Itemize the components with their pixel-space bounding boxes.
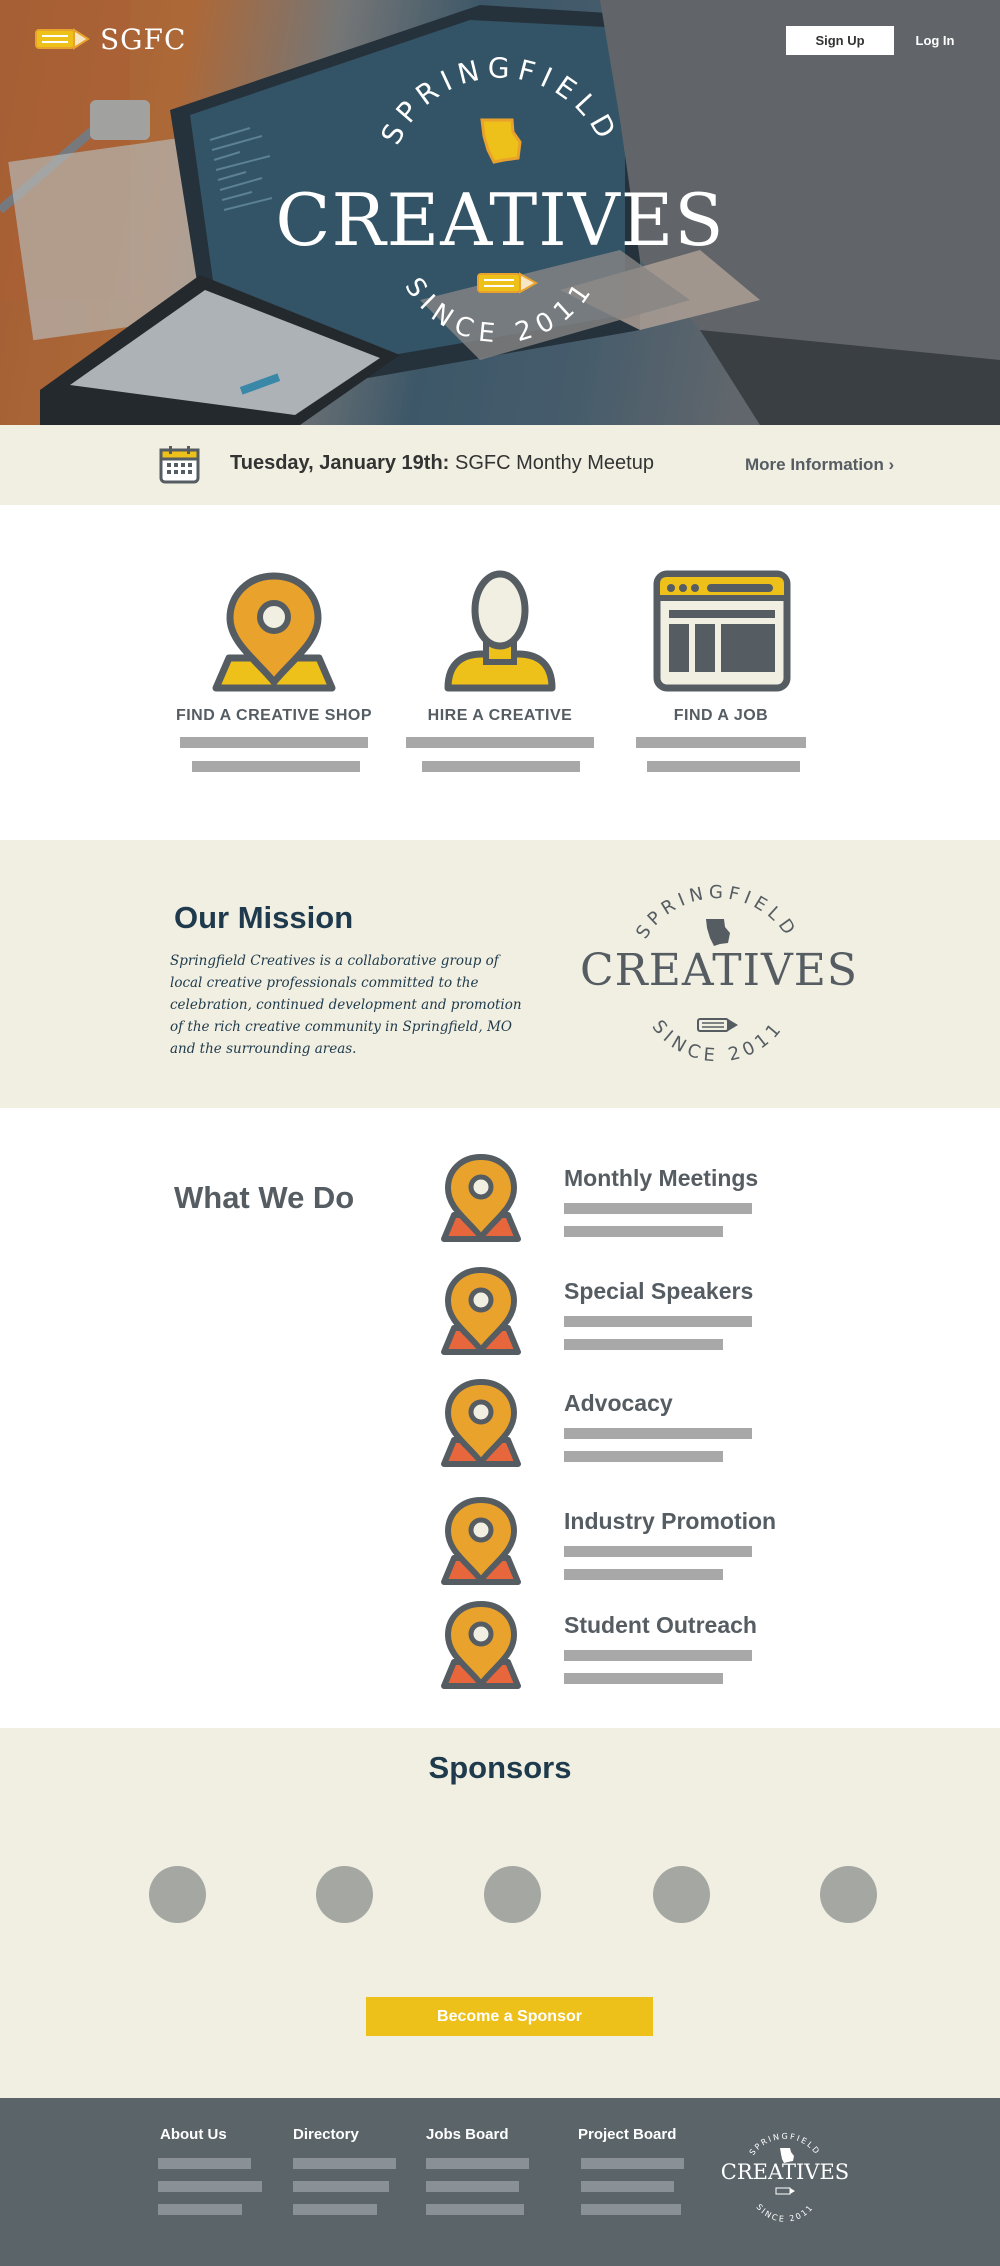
log-in-link[interactable]: Log In <box>905 26 965 55</box>
sponsor-logo[interactable] <box>149 1866 206 1923</box>
feature-label: FIND A CREATIVE SHOP <box>175 707 373 724</box>
more-information-link[interactable]: More Information › <box>745 455 894 475</box>
what-we-do-item-name: Monthly Meetings <box>564 1165 759 1191</box>
become-sponsor-button[interactable]: Become a Sponsor <box>366 1997 653 2036</box>
placeholder-line <box>564 1650 752 1661</box>
placeholder-line <box>564 1203 752 1214</box>
mission-section: Our Mission Springfield Creatives is a c… <box>0 840 1000 1108</box>
pencil-icon <box>775 2187 795 2195</box>
placeholder-line <box>581 2181 674 2192</box>
sponsor-logo[interactable] <box>653 1866 710 1923</box>
what-we-do-item: Special Speakers <box>440 1266 860 1366</box>
footer-column-about: About Us <box>160 2126 227 2143</box>
map-pin-icon <box>441 1600 521 1689</box>
what-we-do-item-name: Industry Promotion <box>564 1508 777 1534</box>
placeholder-line <box>180 737 368 748</box>
map-pin-icon <box>441 1496 521 1585</box>
placeholder-line <box>647 761 800 772</box>
placeholder-line <box>406 737 594 748</box>
placeholder-line <box>192 761 360 772</box>
what-we-do-item-name: Advocacy <box>564 1390 673 1416</box>
placeholder-line <box>564 1226 723 1237</box>
placeholder-line <box>158 2158 251 2169</box>
sponsor-logo[interactable] <box>484 1866 541 1923</box>
sponsor-logo[interactable] <box>316 1866 373 1923</box>
mission-title: Our Mission <box>174 900 354 935</box>
sponsors-title: Sponsors <box>428 1750 572 1785</box>
placeholder-line <box>564 1673 723 1684</box>
pencil-icon <box>477 272 539 294</box>
logo-text: SGFC <box>100 22 187 56</box>
calendar-icon <box>159 446 200 484</box>
placeholder-line <box>564 1451 723 1462</box>
mission-emblem-title: CREATIVES <box>580 945 859 996</box>
placeholder-line <box>581 2204 681 2215</box>
placeholder-line <box>426 2204 524 2215</box>
pencil-icon <box>697 1018 738 1032</box>
map-pin-icon <box>212 572 336 692</box>
placeholder-line <box>426 2158 529 2169</box>
what-we-do-item: Student Outreach <box>440 1600 860 1700</box>
hero-banner: SGFC Sign Up Log In SPRINGFIELD SINCE 20… <box>0 0 1000 425</box>
hero-title: CREATIVES <box>275 178 725 262</box>
what-we-do-item: Advocacy <box>440 1378 860 1478</box>
sponsors-section: Sponsors Become a Sponsor <box>0 1728 1000 2098</box>
placeholder-line <box>426 2181 519 2192</box>
feature-label: HIRE A CREATIVE <box>427 707 573 724</box>
missouri-state-icon <box>706 919 730 946</box>
mission-text: Springfield Creatives is a collaborative… <box>170 953 522 1057</box>
svg-text:SINCE 2011: SINCE 2011 <box>754 2202 815 2223</box>
placeholder-line <box>422 761 580 772</box>
footer-column-directory: Directory <box>293 2126 359 2143</box>
placeholder-line <box>158 2181 262 2192</box>
feature-label: FIND A JOB <box>673 707 769 724</box>
placeholder-line <box>564 1428 752 1439</box>
footer-emblem-title: CREATIVES <box>720 2160 850 2184</box>
placeholder-line <box>636 737 806 748</box>
footer-emblem-arc-bottom: SINCE 2011 <box>754 2202 813 2223</box>
sponsor-logo[interactable] <box>820 1866 877 1923</box>
what-we-do-item: Monthly Meetings <box>440 1153 860 1253</box>
missouri-state-icon <box>480 118 522 164</box>
sign-up-button[interactable]: Sign Up <box>786 26 894 55</box>
placeholder-line <box>293 2158 396 2169</box>
logo[interactable]: SGFC <box>34 22 186 56</box>
map-pin-icon <box>441 1153 521 1242</box>
event-bar: Tuesday, January 19th: SGFC Monthy Meetu… <box>0 425 1000 505</box>
placeholder-line <box>564 1569 723 1580</box>
event-name: SGFC Monthy Meetup <box>455 452 654 474</box>
placeholder-line <box>293 2181 389 2192</box>
what-we-do-item-name: Student Outreach <box>564 1612 757 1638</box>
what-we-do-title: What We Do <box>174 1180 355 1215</box>
footer-link-directory[interactable]: Directory <box>293 2126 359 2143</box>
map-pin-icon <box>441 1378 521 1467</box>
placeholder-line <box>564 1546 752 1557</box>
what-we-do-item: Industry Promotion <box>440 1496 860 1596</box>
footer-column-projects: Project Board <box>578 2126 676 2143</box>
footer-link-project-board[interactable]: Project Board <box>578 2126 676 2143</box>
footer: About Us Directory Jobs Board Project Bo… <box>0 2098 1000 2266</box>
placeholder-line <box>564 1316 752 1327</box>
what-we-do-item-name: Special Speakers <box>564 1278 754 1304</box>
page: SGFC Sign Up Log In SPRINGFIELD SINCE 20… <box>0 0 1000 2266</box>
placeholder-line <box>564 1339 723 1350</box>
footer-link-about-us[interactable]: About Us <box>160 2126 227 2143</box>
placeholder-line <box>158 2204 242 2215</box>
event-date: Tuesday, January 19th: <box>230 452 450 474</box>
footer-column-jobs: Jobs Board <box>426 2126 509 2143</box>
placeholder-line <box>293 2204 377 2215</box>
browser-window-icon <box>653 570 791 692</box>
person-icon <box>444 570 556 692</box>
pencil-logo-icon <box>35 28 90 50</box>
footer-link-jobs-board[interactable]: Jobs Board <box>426 2126 509 2143</box>
features-section: FIND A CREATIVE SHOP HIRE A CREATIVE FIN… <box>0 505 1000 840</box>
what-we-do-section: What We Do Monthly Meetings Special Speak… <box>0 1108 1000 1728</box>
placeholder-line <box>581 2158 684 2169</box>
map-pin-icon <box>441 1266 521 1355</box>
